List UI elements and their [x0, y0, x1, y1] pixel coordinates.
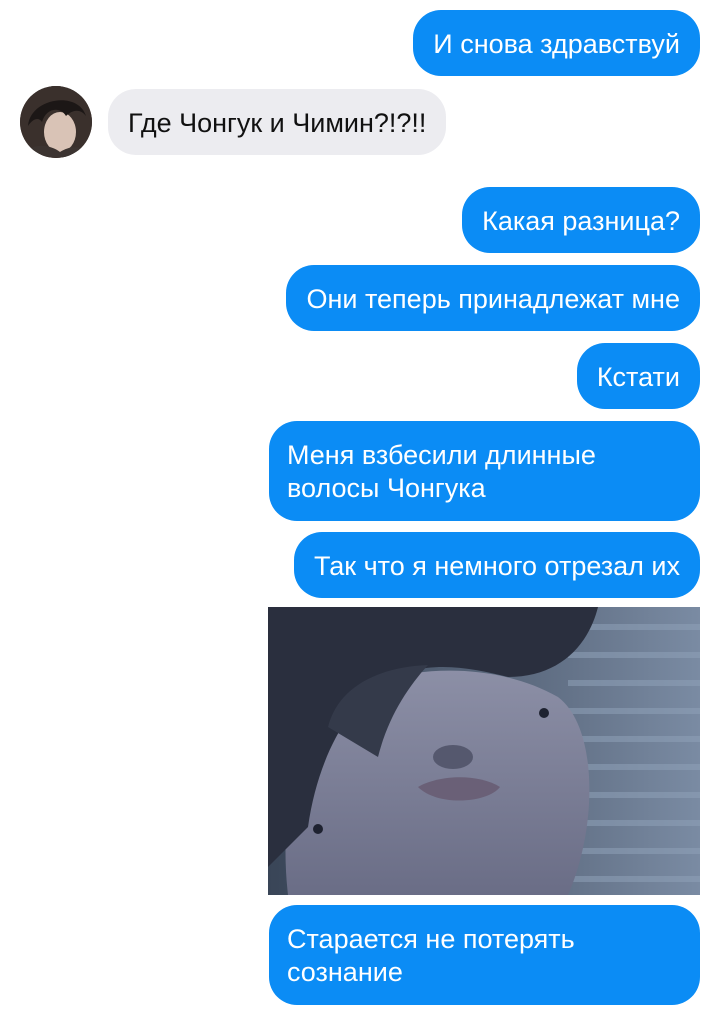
message-bubble-outgoing[interactable]: Они теперь принадлежат мне	[286, 265, 700, 331]
message-photo[interactable]	[268, 607, 700, 895]
shared-photo-image	[268, 607, 700, 895]
message-bubble-outgoing[interactable]: Меня взбесили длинные волосы Чонгука	[269, 421, 700, 521]
message-bubble-outgoing[interactable]: И снова здравствуй	[413, 10, 700, 76]
message-bubble-outgoing[interactable]: Старается не потерять сознание	[269, 905, 700, 1005]
contact-avatar[interactable]	[20, 86, 92, 158]
message-bubble-outgoing[interactable]: Так что я немного отрезал их	[293, 532, 700, 598]
message-bubble-outgoing[interactable]: Кстати	[576, 343, 700, 409]
chat-thread: И снова здравствуй Где Чонгук и Чимин?!?…	[0, 0, 720, 1026]
message-bubble-outgoing[interactable]: Какая разница?	[462, 187, 700, 253]
message-bubble-incoming[interactable]: Где Чонгук и Чимин?!?!!	[108, 89, 447, 155]
avatar-image	[20, 86, 92, 158]
